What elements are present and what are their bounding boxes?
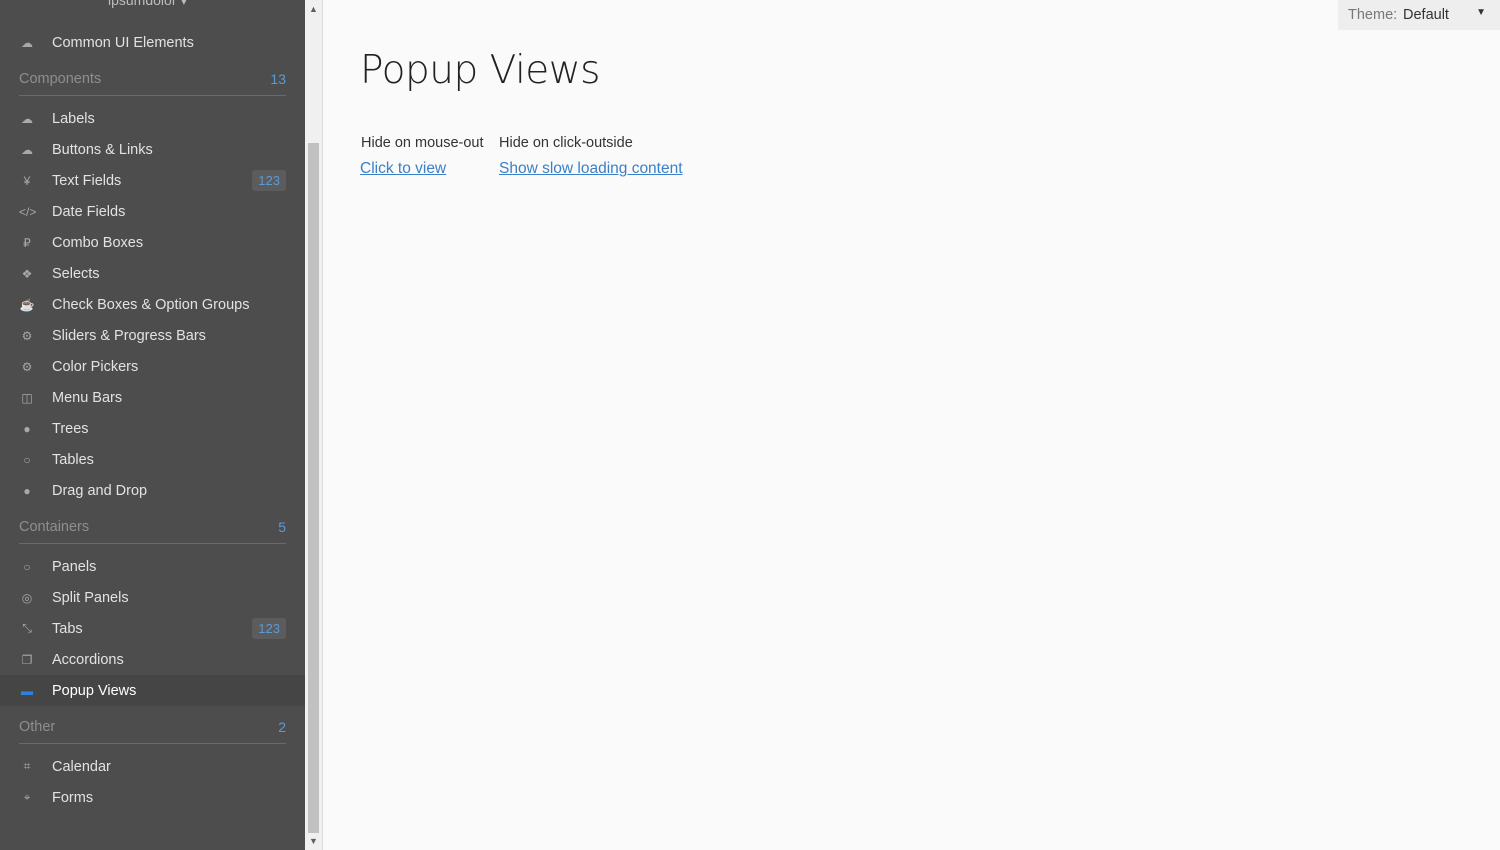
menu-item-label: Calendar [52, 758, 111, 775]
comment-icon: ● [23, 421, 31, 436]
page-title: Popup Views [360, 48, 600, 93]
menu-item-label: Accordions [52, 651, 124, 668]
menu-item-label: Labels [52, 110, 95, 127]
section-count: 2 [278, 719, 286, 735]
show-slow-loading-content-link[interactable]: Show slow loading content [499, 160, 683, 178]
menu-item-date-fields[interactable]: </> Date Fields [0, 196, 305, 227]
coffee-icon: ☕ [19, 297, 35, 312]
menu-item-sliders[interactable]: ⚙ Sliders & Progress Bars [0, 320, 305, 351]
menu-item-label: Common UI Elements [52, 34, 194, 51]
theme-value[interactable]: Default [1403, 7, 1449, 23]
menu-item-split-panels[interactable]: ◎ Split Panels [0, 582, 305, 613]
crop-icon: ⌗ [23, 759, 31, 773]
menu-item-tabs[interactable]: ⤡ Tabs 123 [0, 613, 305, 644]
hide-on-mouse-out-label: Hide on mouse-out [361, 135, 484, 151]
menu-item-label: Text Fields [52, 172, 122, 189]
menu-item-buttons-links[interactable]: ☁ Buttons & Links [0, 134, 305, 165]
menu-item-common-ui-elements[interactable]: ☁ Common UI Elements [0, 27, 305, 58]
theme-selector[interactable]: Theme: Default ▼ [1338, 0, 1500, 30]
menu-item-selects[interactable]: ❖ Selects [0, 258, 305, 289]
columns-icon: ◫ [21, 390, 33, 405]
cloud-download-icon: ☁ [21, 142, 33, 157]
sidebar: ipsumdolor ▾ ☁ Common UI Elements Compon… [0, 0, 305, 850]
menu-item-combo-boxes[interactable]: ₽ Combo Boxes [0, 227, 305, 258]
comments-outline-icon: ○ [23, 559, 31, 574]
menu-item-label: Combo Boxes [52, 234, 144, 251]
hide-on-click-outside-label: Hide on click-outside [499, 135, 633, 151]
menu-item-label: Tables [52, 451, 94, 468]
comment-outline-icon: ○ [23, 452, 31, 467]
section-title: Components [19, 71, 102, 87]
sidebar-scrollbar[interactable]: ▲ ▼ [305, 0, 323, 850]
menu-item-label: Sliders & Progress Bars [52, 327, 206, 344]
dropdown-arrow-icon[interactable]: ▼ [1476, 7, 1486, 18]
compass-icon: ◎ [21, 590, 33, 605]
cog-icon: ⚙ [21, 328, 33, 343]
scroll-down-arrow-icon[interactable]: ▼ [305, 834, 322, 848]
scroll-up-arrow-icon[interactable]: ▲ [305, 2, 322, 16]
code-icon: </> [19, 204, 37, 219]
count-badge: 123 [252, 170, 286, 191]
menu-item-trees[interactable]: ● Trees [0, 413, 305, 444]
menu-item-drag-and-drop[interactable]: ● Drag and Drop [0, 475, 305, 506]
menu-item-popup-views[interactable]: ▬ Popup Views [0, 675, 305, 706]
menu-item-check-boxes[interactable]: ☕ Check Boxes & Option Groups [0, 289, 305, 320]
menu-item-label: Popup Views [52, 682, 137, 699]
credit-card-icon: ▬ [21, 683, 33, 698]
menu-item-label: Trees [52, 420, 89, 437]
section-count: 13 [270, 71, 286, 87]
section-header-other: Other 2 [19, 713, 286, 744]
section-title: Containers [19, 519, 90, 535]
menu-item-label: Selects [52, 265, 100, 282]
cloud-upload-icon: ☁ [21, 111, 33, 126]
user-menu[interactable]: ipsumdolor ▾ [108, 0, 187, 9]
compress-icon: ⤡ [22, 621, 32, 635]
menu-item-label: Menu Bars [52, 389, 123, 406]
theme-label: Theme: [1348, 7, 1398, 23]
menu-item-tables[interactable]: ○ Tables [0, 444, 305, 475]
yen-icon: ¥ [23, 173, 31, 188]
count-badge: 123 [252, 618, 286, 639]
section-count: 5 [278, 519, 286, 535]
menu-item-label: Date Fields [52, 203, 126, 220]
menu-item-panels[interactable]: ○ Panels [0, 551, 305, 582]
ruble-icon: ₽ [23, 235, 31, 250]
codepen-icon: ❖ [21, 266, 33, 281]
menu-item-label: Check Boxes & Option Groups [52, 296, 250, 313]
menu-item-forms[interactable]: ⌖ Forms [0, 782, 305, 813]
section-header-components: Components 13 [19, 65, 286, 96]
section-title: Other [19, 719, 56, 735]
menu-item-label: Panels [52, 558, 97, 575]
comments-icon: ● [23, 483, 31, 498]
cloud-icon: ☁ [21, 35, 33, 50]
menu-item-text-fields[interactable]: ¥ Text Fields 123 [0, 165, 305, 196]
menu-item-label: Color Pickers [52, 358, 139, 375]
copy-icon: ❐ [21, 652, 33, 667]
menu-item-label: Split Panels [52, 589, 129, 606]
menu-item-menu-bars[interactable]: ◫ Menu Bars [0, 382, 305, 413]
section-header-containers: Containers 5 [19, 513, 286, 544]
menu-item-labels[interactable]: ☁ Labels [0, 103, 305, 134]
menu-item-label: Forms [52, 789, 94, 806]
menu-item-label: Drag and Drop [52, 482, 148, 499]
menu-item-label: Buttons & Links [52, 141, 153, 158]
cogs-icon: ⚙ [21, 359, 33, 374]
menu-item-accordions[interactable]: ❐ Accordions [0, 644, 305, 675]
menu-item-label: Tabs [52, 620, 83, 637]
click-to-view-link[interactable]: Click to view [360, 160, 446, 178]
scrollbar-thumb[interactable] [308, 143, 319, 833]
crosshairs-icon: ⌖ [23, 790, 31, 804]
menu-item-calendar[interactable]: ⌗ Calendar [0, 751, 305, 782]
menu-item-color-pickers[interactable]: ⚙ Color Pickers [0, 351, 305, 382]
